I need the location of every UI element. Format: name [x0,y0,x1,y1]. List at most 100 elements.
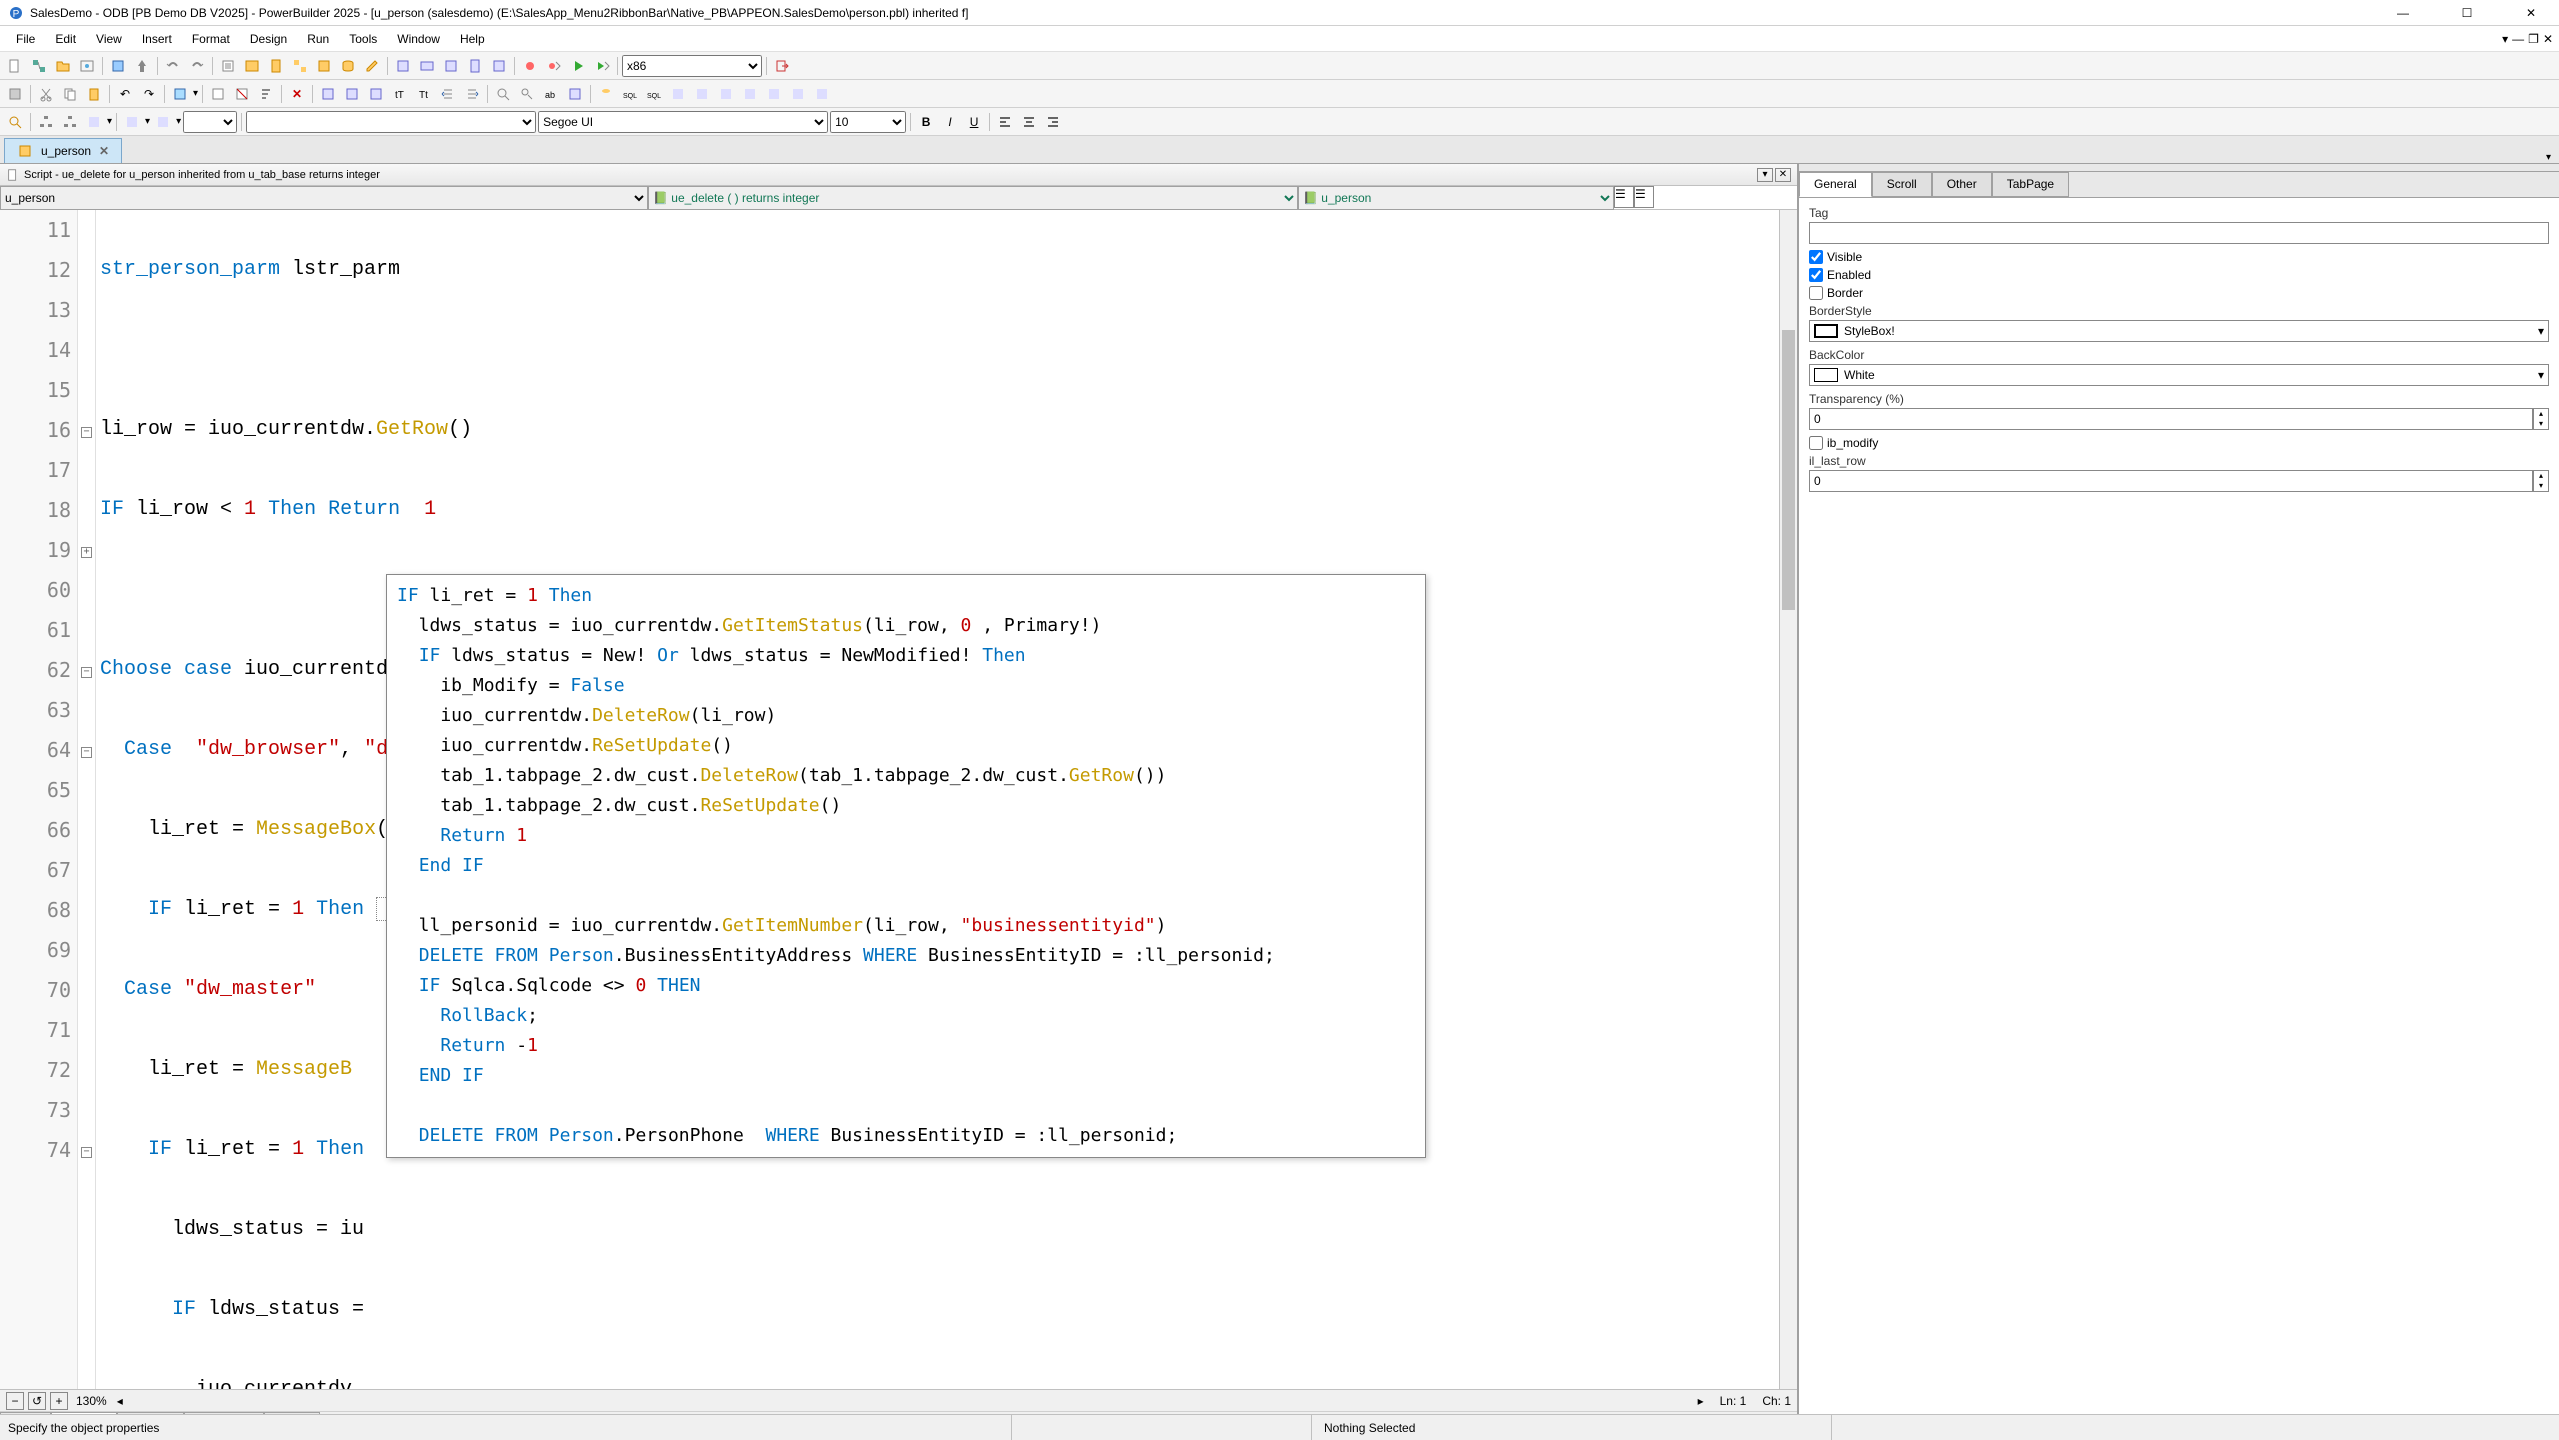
menu-window[interactable]: Window [387,28,450,50]
paste-icon[interactable] [83,83,105,105]
il-last-row-input[interactable] [1809,470,2533,492]
fmtA-icon[interactable] [121,111,143,133]
full-build-icon[interactable] [416,55,438,77]
clip-icon[interactable] [265,55,287,77]
to-do-icon[interactable] [217,55,239,77]
ib-modify-checkbox[interactable] [1809,436,1823,450]
select-all-icon[interactable] [169,83,191,105]
menu-format[interactable]: Format [182,28,240,50]
edit-icon[interactable] [361,55,383,77]
go-to-icon[interactable] [341,83,363,105]
menu-tools[interactable]: Tools [339,28,387,50]
file-tab-u-person[interactable]: u_person ✕ [4,138,122,163]
fold-toggle-62[interactable]: − [81,667,92,678]
object-select[interactable]: u_person [0,186,648,210]
find-next-icon[interactable] [516,83,538,105]
fold-toggle-64[interactable]: − [81,747,92,758]
sql2-icon[interactable]: SQL [643,83,665,105]
comment-icon[interactable] [207,83,229,105]
tool8-icon[interactable] [763,83,785,105]
tabstrip-overflow-icon[interactable]: ▾ [2546,152,2551,163]
menu-run[interactable]: Run [297,28,339,50]
tab-other[interactable]: Other [1932,172,1992,197]
output-icon[interactable] [313,55,335,77]
preview-icon[interactable] [76,55,98,77]
object-combo[interactable] [246,111,536,133]
menu-help[interactable]: Help [450,28,495,50]
select-run-icon[interactable] [591,55,613,77]
vertical-scrollbar[interactable] [1779,210,1797,1389]
library-icon[interactable] [107,55,129,77]
style-combo[interactable] [183,111,237,133]
application-icon[interactable] [440,55,462,77]
find-object-icon[interactable] [564,83,586,105]
open-icon[interactable] [52,55,74,77]
select-debug-icon[interactable] [543,55,565,77]
paste-func-icon[interactable]: tT [389,83,411,105]
tool6-icon[interactable] [715,83,737,105]
zoom-in-button[interactable]: + [50,1392,68,1410]
align-right-icon[interactable] [1042,111,1064,133]
tool9-icon[interactable] [787,83,809,105]
fold-toggle-74[interactable]: − [81,1147,92,1158]
project-icon[interactable] [464,55,486,77]
dropdown-arrow-icon[interactable]: ▾ [193,88,198,99]
backcolor-select[interactable]: White ▾ [1809,364,2549,386]
copy-icon[interactable] [59,83,81,105]
close-script-icon[interactable]: ✕ [286,83,308,105]
scrollbar-thumb[interactable] [1782,330,1795,610]
font-size-select[interactable]: 10 [830,111,906,133]
script-dropdown-button[interactable]: ▾ [1757,168,1773,182]
tab-tabpage[interactable]: TabPage [1992,172,2069,197]
mdi-close-icon[interactable]: ✕ [2543,32,2553,46]
hscroll-right-icon[interactable]: ▸ [1698,1394,1704,1408]
menu-insert[interactable]: Insert [132,28,182,50]
next-icon[interactable] [488,55,510,77]
fold-toggle-19[interactable]: + [81,547,92,558]
enabled-checkbox[interactable] [1809,268,1823,282]
script-toggle1-icon[interactable]: ☰ [1614,186,1634,208]
file-tab-close-icon[interactable]: ✕ [99,144,109,158]
undo2-icon[interactable]: ↶ [114,83,136,105]
run-icon[interactable] [567,55,589,77]
menu-design[interactable]: Design [240,28,297,50]
mdi-restore-icon[interactable]: ❐ [2528,32,2539,46]
fold-toggle-16[interactable]: − [81,427,92,438]
menu-edit[interactable]: Edit [45,28,86,50]
code-editor[interactable]: 1112131415161718196061626364656667686970… [0,210,1797,1389]
zoom-reset-button[interactable]: ↺ [28,1392,46,1410]
class-hier3-icon[interactable] [83,111,105,133]
transparency-input[interactable] [1809,408,2533,430]
italic-icon[interactable]: I [939,111,961,133]
cut-icon[interactable] [35,83,57,105]
borderstyle-select[interactable]: StyleBox! ▾ [1809,320,2549,342]
minimize-button[interactable]: ― [2383,6,2423,20]
menu-view[interactable]: View [86,28,132,50]
next-error-icon[interactable] [317,83,339,105]
dropdown2-icon[interactable]: ▾ [107,116,112,127]
fmtB-icon[interactable] [152,111,174,133]
indent-left-icon[interactable] [437,83,459,105]
redo2-icon[interactable]: ↷ [138,83,160,105]
db-paint-icon[interactable] [595,83,617,105]
class-hier1-icon[interactable] [35,111,57,133]
platform-select[interactable]: x86 [622,55,762,77]
browser-icon[interactable] [241,55,263,77]
menu-file[interactable]: File [6,28,45,50]
tool10-icon[interactable] [811,83,833,105]
il-last-row-spinner[interactable]: ▴▾ [2533,470,2549,492]
visible-checkbox[interactable] [1809,250,1823,264]
script-close-button[interactable]: ✕ [1775,168,1791,182]
sort-icon[interactable] [255,83,277,105]
mdi-minimize-icon[interactable]: ― [2512,32,2524,46]
align-center-icon[interactable] [1018,111,1040,133]
indent-right-icon[interactable] [461,83,483,105]
new-icon[interactable] [4,55,26,77]
mdi-dropdown-icon[interactable]: ▾ [2502,32,2508,46]
go-to-icon2[interactable] [365,83,387,105]
replace-icon[interactable]: ab [540,83,562,105]
exit-icon[interactable] [771,55,793,77]
inherit-icon[interactable] [28,55,50,77]
code-text[interactable]: str_person_parm lstr_parm li_row = iuo_c… [96,210,1779,1389]
align-left-icon[interactable] [994,111,1016,133]
